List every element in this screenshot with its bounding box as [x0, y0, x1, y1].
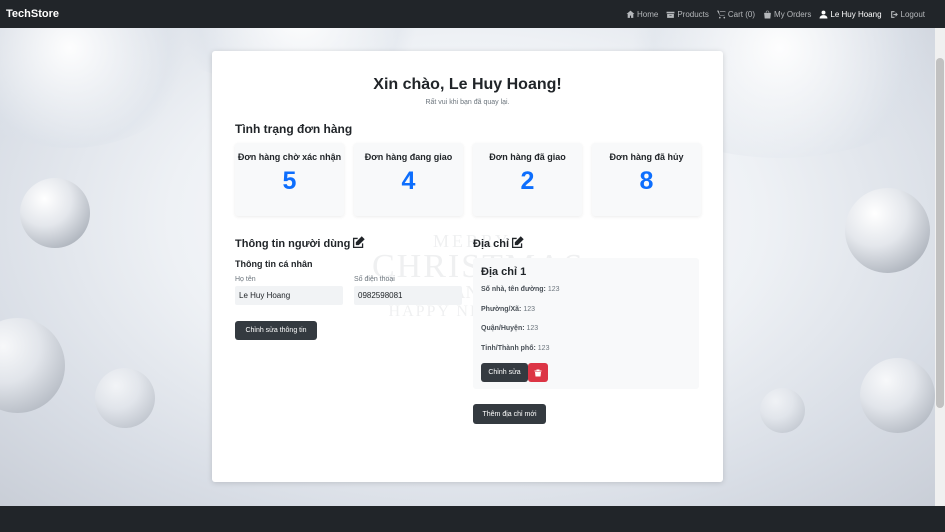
stat-label: Đơn hàng đã giao	[489, 152, 566, 162]
stat-label: Đơn hàng đã hủy	[609, 152, 684, 162]
add-address-button[interactable]: Thêm địa chỉ mới	[473, 404, 546, 424]
stat-card-shipping[interactable]: Đơn hàng đang giao 4	[354, 143, 463, 216]
greeting-title: Xin chào, Le Huy Hoang!	[373, 76, 562, 93]
nav-products[interactable]: Products	[666, 10, 709, 19]
user-info-heading: Thông tin người dùng	[235, 236, 366, 252]
ornament-ball	[760, 388, 805, 433]
stat-count: 8	[639, 167, 654, 195]
edit-icon[interactable]	[511, 236, 524, 252]
name-label: Họ tên	[235, 276, 256, 283]
nav-home-label: Home	[636, 9, 659, 19]
nav-products-label: Products	[677, 9, 709, 19]
address-title: Địa chỉ 1	[481, 266, 527, 278]
trash-icon	[534, 369, 542, 376]
scrollbar-thumb[interactable]	[936, 58, 944, 408]
nav-logout[interactable]: Logout	[890, 10, 925, 19]
edit-info-button[interactable]: Chỉnh sửa thông tin	[235, 321, 317, 340]
nav-links: Home Products Cart (0) My Orders Le Huy …	[626, 10, 925, 19]
stat-card-pending[interactable]: Đơn hàng chờ xác nhận 5	[235, 143, 344, 216]
address-street: Số nhà, tên đường: 123	[481, 286, 560, 293]
edit-address-button[interactable]: Chỉnh sửa	[481, 363, 528, 382]
scrollbar[interactable]	[935, 28, 945, 506]
phone-label: Số điện thoại	[354, 276, 395, 283]
nav-user[interactable]: Le Huy Hoang	[819, 9, 882, 19]
ornament-ball	[95, 368, 155, 428]
stat-label: Đơn hàng chờ xác nhận	[237, 152, 342, 162]
address-city: Tỉnh/Thành phố: 123	[481, 345, 550, 352]
address-ward: Phường/Xã: 123	[481, 306, 536, 313]
navbar: TechStore Home Products Cart (0) My Orde…	[0, 0, 945, 28]
ornament-ball	[0, 318, 65, 413]
logout-icon	[890, 10, 898, 18]
nav-user-label: Le Huy Hoang	[830, 9, 882, 19]
stat-count: 4	[401, 167, 416, 195]
nav-cart[interactable]: Cart (0)	[716, 9, 756, 19]
ornament-ball	[860, 358, 935, 433]
phone-field[interactable]	[354, 286, 462, 305]
edit-icon[interactable]	[352, 236, 366, 252]
personal-info-heading: Thông tin cá nhân	[235, 259, 313, 269]
order-status-heading: Tình trạng đơn hàng	[235, 122, 353, 136]
address-heading-text: Địa chỉ	[473, 238, 510, 250]
ornament-ball	[20, 178, 90, 248]
brand-logo[interactable]: TechStore	[6, 8, 59, 20]
delete-address-button[interactable]	[528, 363, 548, 382]
greeting-subtitle: Rất vui khi bạn đã quay lại.	[425, 99, 510, 106]
box-icon	[666, 11, 675, 18]
shopping-bag-icon	[764, 10, 771, 18]
nav-logout-label: Logout	[900, 9, 925, 19]
stat-card-cancelled[interactable]: Đơn hàng đã hủy 8	[592, 143, 701, 216]
user-info-heading-text: Thông tin người dùng	[235, 238, 351, 250]
stat-card-delivered[interactable]: Đơn hàng đã giao 2	[473, 143, 582, 216]
stat-count: 2	[520, 167, 535, 195]
user-icon	[819, 10, 828, 18]
home-icon	[626, 10, 635, 18]
stat-label: Đơn hàng đang giao	[364, 152, 453, 162]
address-district: Quận/Huyện: 123	[481, 325, 539, 332]
nav-orders[interactable]: My Orders	[763, 10, 811, 19]
nav-home[interactable]: Home	[626, 10, 658, 19]
nav-cart-label: Cart (0)	[727, 9, 756, 19]
stat-count: 5	[282, 167, 297, 195]
address-card: Địa chỉ 1 Số nhà, tên đường: 123 Phường/…	[473, 258, 699, 389]
name-field[interactable]	[235, 286, 343, 305]
nav-orders-label: My Orders	[774, 9, 812, 19]
profile-card: MERRY CHRISTMAS AND HAPPY NEW YEAR Xin c…	[212, 51, 723, 482]
footer	[0, 506, 945, 532]
cart-icon	[716, 10, 726, 18]
ornament-ball	[845, 188, 930, 273]
address-heading: Địa chỉ	[473, 236, 524, 252]
